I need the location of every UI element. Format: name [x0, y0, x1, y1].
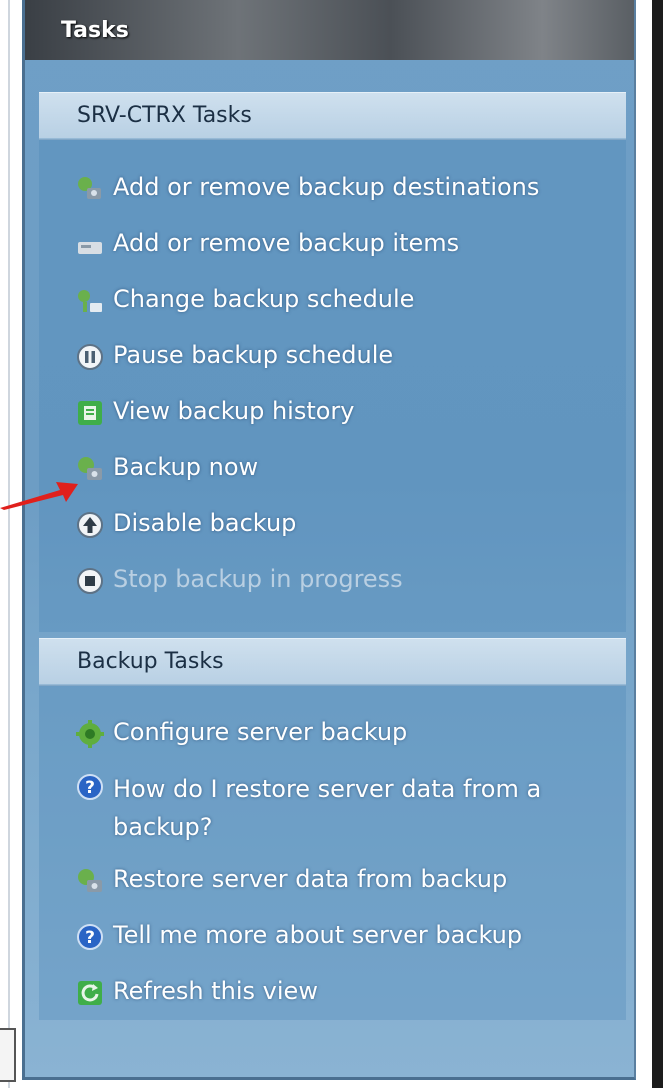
tasks-panel: Tasks SRV-CTRX Tasks Add or remove backu…: [22, 0, 636, 1080]
backup-items-icon: [78, 242, 102, 254]
task-add-remove-items[interactable]: Add or remove backup items: [75, 228, 459, 258]
task-label: Disable backup: [113, 509, 297, 537]
task-how-to-restore[interactable]: ? How do I restore server data from a ba…: [75, 770, 563, 846]
task-label: Backup now: [113, 453, 259, 481]
task-configure-backup[interactable]: Configure server backup: [75, 717, 408, 748]
task-label: Refresh this view: [113, 977, 318, 1005]
task-label: Configure server backup: [113, 718, 408, 746]
task-refresh-view[interactable]: Refresh this view: [75, 976, 318, 1006]
task-tell-me-more[interactable]: ? Tell me more about server backup: [75, 920, 522, 950]
schedule-icon: [78, 290, 102, 312]
section-title: Backup Tasks: [77, 649, 224, 674]
svg-text:?: ?: [85, 928, 95, 948]
section-header-srv-ctrx-tasks[interactable]: SRV-CTRX Tasks: [39, 92, 626, 140]
tasks-panel-title: Tasks: [61, 18, 129, 43]
scrollbar-box[interactable]: [0, 1028, 16, 1082]
task-restore-data[interactable]: Restore server data from backup: [75, 864, 507, 894]
section-header-backup-tasks[interactable]: Backup Tasks: [39, 638, 626, 686]
window-divider: [8, 0, 10, 1088]
task-add-remove-destinations[interactable]: Add or remove backup destinations: [75, 172, 539, 202]
configure-icon: [76, 720, 104, 748]
task-label: View backup history: [113, 397, 355, 425]
annotation-arrow-icon: [0, 482, 78, 510]
task-label: Add or remove backup items: [113, 229, 460, 257]
section-body-srv-ctrx-tasks: [39, 138, 626, 632]
main-window-edge: [0, 0, 22, 1088]
stop-icon: [77, 568, 103, 594]
task-pause-schedule[interactable]: Pause backup schedule: [75, 340, 393, 370]
backup-destinations-icon: [78, 177, 101, 199]
history-icon: [78, 401, 102, 425]
task-disable-backup[interactable]: Disable backup: [75, 508, 296, 538]
task-label: Change backup schedule: [113, 285, 415, 313]
task-label: Restore server data from backup: [113, 865, 508, 893]
task-backup-now[interactable]: Backup now: [75, 452, 258, 482]
refresh-icon: [78, 981, 102, 1005]
help-icon: ?: [77, 924, 103, 950]
pause-icon: [77, 344, 103, 370]
right-border: [652, 0, 663, 1088]
task-change-schedule[interactable]: Change backup schedule: [75, 284, 414, 314]
tasks-panel-header: Tasks: [25, 0, 634, 60]
window-right-edge: [636, 0, 663, 1088]
task-stop-backup: Stop backup in progress: [75, 564, 403, 594]
disable-icon: [77, 512, 103, 538]
task-label: Stop backup in progress: [113, 565, 403, 593]
restore-icon: [78, 869, 102, 892]
task-label: Add or remove backup destinations: [113, 173, 540, 201]
task-view-history[interactable]: View backup history: [75, 396, 355, 426]
section-title: SRV-CTRX Tasks: [77, 103, 252, 128]
task-label: Pause backup schedule: [113, 341, 394, 369]
task-label: Tell me more about server backup: [113, 921, 523, 949]
svg-text:?: ?: [85, 778, 95, 798]
help-icon: ?: [77, 774, 103, 800]
task-label: How do I restore server data from a back…: [113, 775, 542, 841]
